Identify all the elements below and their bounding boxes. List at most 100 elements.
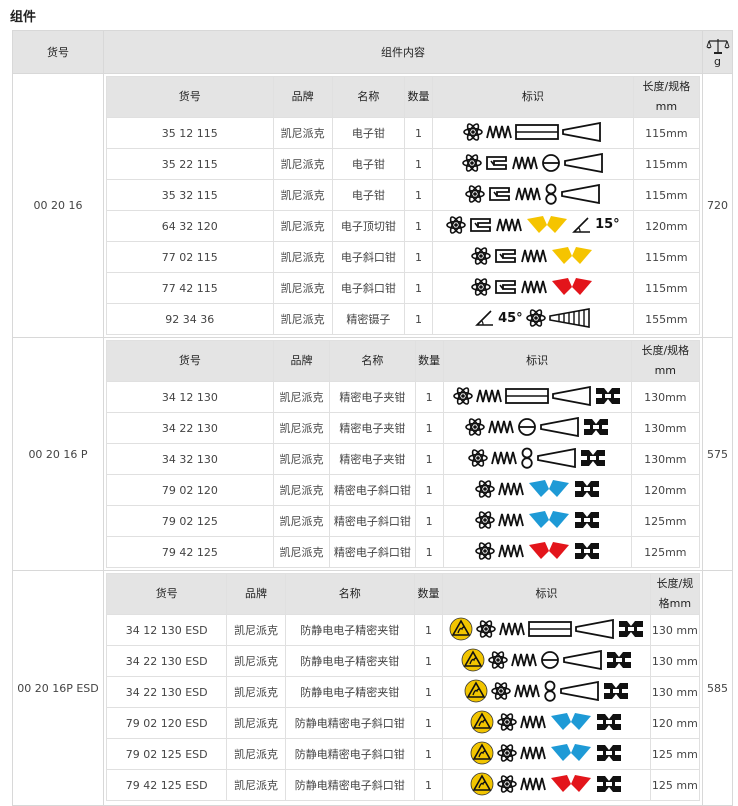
kit-table-header: 货号 组件内容 g (12, 30, 733, 74)
cell-sku: 34 12 130 (106, 381, 274, 413)
cell-name: 精密电子斜口钳 (329, 505, 416, 537)
cell-name: 电子顶切钳 (331, 210, 405, 242)
table-row: 34 22 130 凯尼派克 精密电子夹钳 1 130mm (106, 412, 701, 444)
cell-name: 防静电精密电子斜口钳 (284, 769, 416, 801)
cell-brand: 凯尼派克 (272, 443, 331, 475)
table-row: 77 42 115 凯尼派克 电子斜口钳 1 115mm (106, 272, 701, 304)
angle-icon (475, 309, 495, 327)
atom-icon (491, 681, 511, 701)
table-row: 79 42 125 ESD 凯尼派克 防静电精密电子斜口钳 1 125 mm (105, 769, 701, 801)
cell-marks (442, 707, 651, 739)
spring-icon (496, 216, 522, 234)
spring-icon (515, 185, 541, 203)
table-row: 79 02 120 凯尼派克 精密电子斜口钳 1 120mm (106, 474, 701, 506)
cell-marks (432, 117, 634, 149)
col-header-brand: 品牌 (226, 573, 286, 615)
grip-icon (596, 713, 622, 731)
flat-tip-icon (505, 387, 550, 405)
col-header-name: 名称 (331, 76, 405, 118)
col-header-marks: 标识 (442, 340, 632, 382)
cell-sku: 79 02 125 ESD (105, 738, 228, 770)
cell-brand: 凯尼派克 (226, 676, 286, 708)
atom-icon (468, 448, 488, 468)
blue-cutter-icon (549, 712, 593, 732)
cell-qty: 1 (413, 676, 444, 708)
spring-icon (488, 418, 515, 436)
cell-qty: 1 (403, 303, 434, 335)
cell-name: 精密电子斜口钳 (329, 474, 416, 506)
grip-icon (583, 418, 609, 436)
col-header-name: 名称 (329, 340, 416, 382)
grip-icon (603, 682, 629, 700)
box-joint-icon (494, 278, 518, 296)
cell-sku: 79 02 120 ESD (105, 707, 228, 739)
kit-contents: 货号 品牌 名称 数量 标识 长度/规格mm 34 12 130 ESD 凯尼派克 防静电电子精… (103, 570, 703, 806)
cell-marks: 45° (432, 303, 634, 335)
cell-marks (442, 381, 632, 413)
table-row: 64 32 120 凯尼派克 电子顶切钳 1 15° 120mm (106, 210, 701, 242)
spring-icon (520, 775, 547, 793)
table-row: 77 02 115 凯尼派克 电子斜口钳 1 115mm (106, 241, 701, 273)
table-row: 79 02 125 ESD 凯尼派克 防静电精密电子斜口钳 1 125 mm (105, 738, 701, 770)
cell-name: 电子钳 (331, 179, 405, 211)
contents-header-row: 货号 品牌 名称 数量 标识 长度/规格mm (106, 340, 701, 382)
weight-header: g (702, 30, 733, 74)
kit-sku: 00 20 16P ESD (12, 570, 104, 806)
contents-table: 货号 品牌 名称 数量 标识 长度/规格mm 34 12 130 ESD 凯尼派克 防静电电子精… (105, 573, 701, 801)
spring-icon (512, 154, 538, 172)
cell-brand: 凯尼派克 (272, 536, 331, 568)
cell-sku: 92 34 36 (106, 303, 274, 335)
cell-sku: 34 12 130 ESD (105, 614, 228, 646)
kit-contents: 货号 品牌 名称 数量 标识 长度/规格mm 35 12 115 凯尼派克 电子钳 1 115mm 3… (103, 73, 703, 338)
grip-icon (574, 480, 600, 498)
atom-icon (488, 650, 508, 670)
cell-sku: 79 02 120 (106, 474, 274, 506)
col-header-marks: 标识 (442, 573, 651, 615)
esd-icon (470, 741, 494, 765)
kit-sku: 00 20 16 P (12, 337, 104, 571)
grip-icon (574, 511, 600, 529)
cell-length: 125 mm (649, 738, 701, 770)
cell-qty: 1 (414, 536, 444, 568)
cell-marks (442, 645, 651, 677)
cell-qty: 1 (414, 381, 444, 413)
cell-marks (432, 148, 634, 180)
col-header-name: 名称 (284, 573, 416, 615)
spring-icon (497, 480, 524, 498)
cell-name: 防静电电子精密夹钳 (284, 645, 416, 677)
spring-icon (486, 123, 513, 141)
cell-length: 120mm (632, 210, 701, 242)
cell-sku: 35 32 115 (106, 179, 274, 211)
spring-icon (521, 278, 548, 296)
grip-icon (596, 744, 622, 762)
atom-icon (471, 246, 492, 266)
spring-icon (497, 542, 524, 560)
cell-marks (442, 474, 632, 506)
cell-brand: 凯尼派克 (272, 179, 333, 211)
cell-length: 115mm (632, 117, 701, 149)
kit-sku: 00 20 16 (12, 73, 104, 338)
table-row: 79 02 125 凯尼派克 精密电子斜口钳 1 125mm (106, 505, 701, 537)
round-tip-icon (517, 417, 537, 437)
col-header-sku: 货号 (106, 340, 274, 382)
spring-icon (520, 713, 547, 731)
grip-icon (618, 620, 644, 638)
cell-sku: 34 22 130 (106, 412, 274, 444)
spring-icon (499, 620, 525, 638)
cell-qty: 1 (403, 210, 434, 242)
red-cutter-icon (527, 541, 571, 561)
spring-icon (476, 387, 503, 405)
red-cutter-icon (550, 277, 594, 297)
kit-weight: 720 (702, 73, 733, 338)
contents-header-row: 货号 品牌 名称 数量 标识 长度/规格mm (105, 573, 701, 615)
esd-icon (461, 648, 485, 672)
col-header-qty: 数量 (414, 340, 444, 382)
cell-brand: 凯尼派克 (272, 381, 331, 413)
col-header-sku: 货号 (105, 573, 228, 615)
cell-name: 精密电子夹钳 (329, 412, 416, 444)
cell-name: 电子斜口钳 (331, 272, 405, 304)
cell-name: 电子斜口钳 (331, 241, 405, 273)
atom-icon (497, 774, 518, 794)
kit-set-row: 00 20 16 货号 品牌 名称 数量 标识 长度/规格mm 35 12 115 凯尼派克 电子… (12, 73, 733, 338)
table-row: 79 42 125 凯尼派克 精密电子斜口钳 1 125mm (106, 536, 701, 568)
